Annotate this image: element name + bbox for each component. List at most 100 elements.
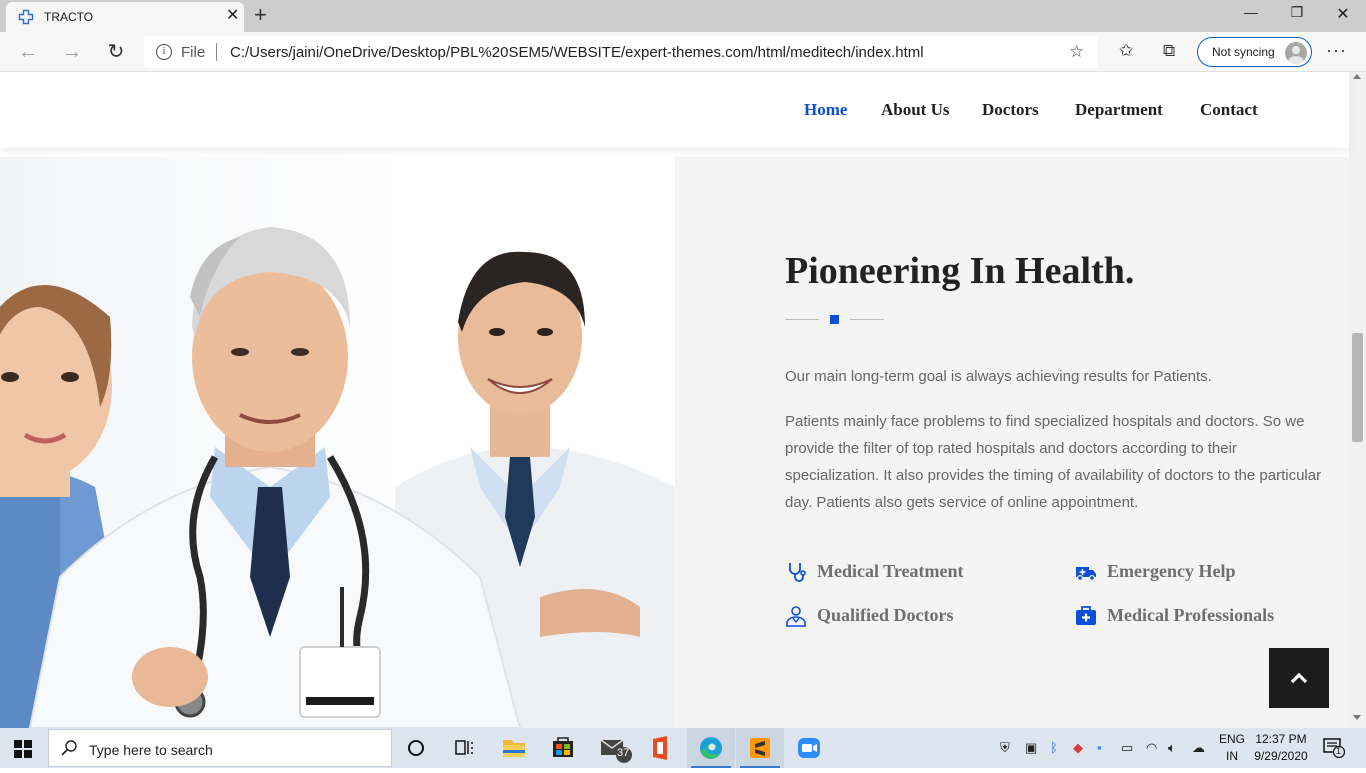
new-tab-icon[interactable]: + (254, 4, 267, 26)
notification-center-button[interactable]: 1 (1322, 738, 1346, 759)
description-paragraph: Patients mainly face problems to find sp… (785, 413, 1322, 511)
scroll-down-arrow-icon[interactable] (1353, 715, 1361, 720)
monitor-tray-icon[interactable]: ▣ (1025, 740, 1037, 756)
back-to-top-button[interactable] (1269, 648, 1329, 708)
stethoscope-icon (789, 563, 806, 582)
wifi-icon[interactable]: ◠ (1146, 740, 1157, 756)
section-heading: Pioneering In Health. (785, 250, 1135, 292)
restore-icon[interactable]: ❐ (1274, 4, 1320, 26)
profile-avatar-icon (1285, 42, 1307, 64)
language-indicator[interactable]: ENG IN (1219, 731, 1245, 765)
mail-badge-count: 37 (617, 747, 630, 759)
favorite-star-icon[interactable]: ☆ (1069, 42, 1084, 62)
page-viewport: Home About Us Doctors Department Contact (0, 72, 1366, 728)
office-icon (653, 736, 667, 760)
url-text[interactable]: C:/Users/jaini/OneDrive/Desktop/PBL%20SE… (230, 44, 924, 61)
forward-arrow-icon[interactable]: → (60, 40, 84, 64)
minimize-icon[interactable]: — (1228, 4, 1274, 26)
system-clock[interactable]: 12:37 PM 9/29/2020 (1252, 731, 1310, 765)
search-placeholder: Type here to search (89, 742, 213, 758)
collections-icon[interactable]: ⧉ (1163, 41, 1175, 61)
folder-icon (503, 740, 525, 757)
refresh-icon[interactable]: ↻ (104, 40, 128, 64)
page-scrollbar[interactable] (1349, 72, 1366, 728)
feature-medical-treatment: Medical Treatment (789, 561, 964, 582)
zoom-app[interactable] (785, 728, 833, 768)
heading-divider-dot (830, 315, 839, 324)
task-view-icon (455, 740, 473, 755)
language-code: ENG (1219, 732, 1246, 746)
heading-divider-left (785, 319, 819, 320)
address-bar[interactable]: i File C:/Users/jaini/OneDrive/Desktop/P… (144, 36, 1098, 68)
mail-app[interactable]: 37 (588, 728, 636, 768)
anydesk-tray-icon[interactable]: ◆ (1073, 740, 1083, 756)
more-options-icon[interactable]: ··· (1326, 40, 1347, 61)
region-code: IN (1226, 749, 1238, 763)
cortana-button[interactable] (392, 728, 440, 768)
window-close-icon[interactable]: ✕ (1320, 4, 1366, 26)
clock-date: 9/29/2020 (1254, 749, 1308, 763)
bluetooth-icon[interactable]: ᛒ (1050, 740, 1058, 755)
nav-about-link[interactable]: About Us (881, 100, 950, 120)
doctors-illustration (0, 227, 675, 728)
edge-icon (700, 737, 722, 759)
zoom-video-icon (798, 738, 820, 758)
profile-sync-button[interactable]: Not syncing (1197, 37, 1312, 67)
nav-home-link[interactable]: Home (804, 100, 847, 120)
windows-start-icon[interactable] (14, 740, 32, 758)
tab-title: TRACTO (44, 10, 94, 24)
chevron-up-icon (1290, 672, 1308, 684)
browser-tab-strip: TRACTO ✕ + — ❐ ✕ (0, 0, 1366, 32)
feature-medical-professionals: Medical Professionals (1076, 605, 1275, 626)
heading-divider-right (850, 319, 884, 320)
feature-label: Emergency Help (1107, 561, 1236, 581)
site-header: Home About Us Doctors Department Contact (0, 72, 1349, 148)
url-scheme-label: File (181, 44, 206, 61)
notification-count: 1 (1336, 746, 1342, 756)
address-toolbar: ← → ↻ i File C:/Users/jaini/OneDrive/Des… (0, 32, 1366, 72)
feature-qualified-doctors: Qualified Doctors (786, 605, 954, 627)
windows-taskbar: Type here to search 37 ⛨ ▣ ᛒ ◆ ▪ ▭ ◠ 🔈︎ … (0, 728, 1366, 768)
browser-tab[interactable]: TRACTO ✕ (6, 2, 244, 32)
feature-label: Medical Treatment (817, 561, 964, 581)
favorites-list-icon[interactable]: ✩ (1119, 41, 1133, 61)
url-separator (216, 43, 217, 61)
microsoft-store-app[interactable] (539, 728, 587, 768)
sublime-text-app[interactable] (736, 728, 784, 768)
close-tab-icon[interactable]: ✕ (226, 8, 239, 24)
nav-doctors-link[interactable]: Doctors (982, 100, 1039, 120)
sync-status-label: Not syncing (1212, 45, 1275, 59)
scroll-up-arrow-icon[interactable] (1353, 74, 1361, 79)
search-icon (61, 740, 77, 756)
doctor-icon (786, 606, 806, 627)
feature-label: Qualified Doctors (817, 605, 954, 625)
back-arrow-icon[interactable]: ← (16, 40, 40, 64)
store-bag-icon (553, 737, 573, 757)
office-app[interactable] (637, 728, 685, 768)
scrollbar-thumb[interactable] (1352, 333, 1363, 442)
taskbar-search-box[interactable]: Type here to search (48, 729, 392, 767)
notification-icon (1323, 738, 1346, 759)
file-explorer-app[interactable] (490, 728, 538, 768)
task-view-button[interactable] (440, 728, 488, 768)
feature-emergency-help: Emergency Help (1076, 561, 1236, 582)
battery-icon[interactable]: ▭ (1121, 740, 1133, 756)
medical-cross-favicon-icon (18, 9, 34, 25)
clock-time: 12:37 PM (1255, 732, 1307, 746)
info-icon[interactable]: i (156, 44, 172, 60)
doctors-hero-image (0, 157, 675, 728)
onedrive-cloud-icon[interactable]: ☁︎ (1192, 740, 1205, 756)
volume-icon[interactable]: 🔈︎ (1168, 740, 1176, 756)
nav-department-link[interactable]: Department (1075, 100, 1163, 120)
defender-shield-icon[interactable]: ⛨ (1000, 740, 1010, 756)
about-panel: Pioneering In Health. Our main long-term… (675, 157, 1349, 728)
sublime-icon (750, 738, 770, 758)
feature-label: Medical Professionals (1107, 605, 1275, 625)
edge-browser-app[interactable] (687, 728, 735, 768)
first-aid-kit-icon (1076, 606, 1096, 625)
intro-paragraph: Our main long-term goal is always achiev… (785, 368, 1212, 385)
cortana-circle-icon (408, 740, 424, 756)
nav-contact-link[interactable]: Contact (1200, 100, 1258, 120)
zoom-tray-icon[interactable]: ▪ (1097, 740, 1102, 755)
ambulance-icon (1076, 567, 1096, 582)
